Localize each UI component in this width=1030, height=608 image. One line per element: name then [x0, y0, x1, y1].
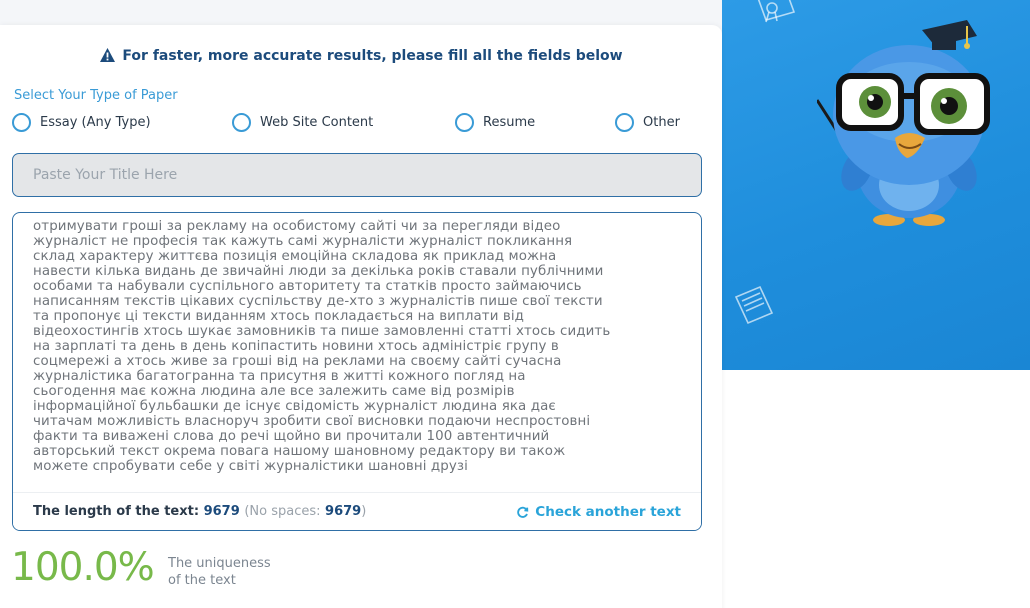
check-another-text-link[interactable]: Check another text — [516, 504, 681, 520]
radio-essay[interactable]: Essay (Any Type) — [12, 113, 151, 132]
warning-icon — [100, 48, 116, 62]
uniqueness-label-line1: The uniqueness — [168, 556, 271, 571]
length-value: 9679 — [203, 504, 240, 519]
text-line: склад характеру життєва позиція емоційна… — [33, 249, 557, 264]
refresh-icon — [517, 506, 529, 518]
uniqueness-label-line2: of the text — [168, 573, 236, 588]
text-line: інформаційної бульбашки де існує свідомі… — [33, 399, 556, 414]
radio-circle[interactable] — [232, 113, 251, 132]
text-line: соцмережі а хтось живе за гроші від на р… — [33, 354, 562, 369]
owl-mascot-image — [817, 20, 990, 226]
text-content[interactable]: отримувати гроші за рекламу на особистом… — [33, 219, 683, 491]
text-input-area[interactable]: отримувати гроші за рекламу на особистом… — [12, 212, 702, 531]
paren-close: ) — [361, 504, 367, 519]
text-line: написанням текстів цікавих суспільству д… — [33, 294, 603, 309]
text-line: журналіст не професія так кажуть самі жу… — [33, 234, 573, 249]
radio-web-site-content[interactable]: Web Site Content — [232, 113, 373, 132]
paper-type-radio-group: Essay (Any Type) Web Site Content Resume… — [0, 113, 722, 135]
no-spaces-value: 9679 — [325, 504, 362, 519]
radio-label-other: Other — [643, 115, 680, 130]
check-another-label: Check another text — [535, 504, 681, 520]
radio-label-essay: Essay (Any Type) — [40, 115, 151, 130]
uniqueness-percent: 100.0% — [11, 545, 155, 590]
no-spaces-label: No spaces: — [249, 504, 321, 519]
certificate-icon — [757, 0, 796, 23]
text-line: особами та набували суспільного авторите… — [33, 279, 582, 294]
radio-circle[interactable] — [455, 113, 474, 132]
text-length-stats: The length of the text: 9679 (No spaces:… — [33, 504, 366, 519]
radio-circle[interactable] — [615, 113, 634, 132]
text-line: журналістика багатогранна та присутня в … — [33, 369, 526, 384]
radio-circle[interactable] — [12, 113, 31, 132]
radio-label-web-site-content: Web Site Content — [260, 115, 374, 130]
notice-text: For faster, more accurate results, pleas… — [122, 48, 623, 64]
title-input[interactable] — [12, 153, 702, 197]
radio-label-resume: Resume — [483, 115, 536, 130]
text-line: факти та виважені слова до речі щойно ви… — [33, 429, 550, 444]
checker-form-card: For faster, more accurate results, pleas… — [0, 25, 722, 608]
radio-resume[interactable]: Resume — [455, 113, 535, 132]
text-line: навести кілька видань де звичайні люди з… — [33, 264, 604, 279]
length-label: The length of the text: — [33, 504, 200, 519]
text-line: відеохостингів хтось шукає замовників та… — [33, 324, 611, 339]
fill-fields-notice: For faster, more accurate results, pleas… — [0, 47, 722, 64]
document-icon — [734, 285, 774, 325]
uniqueness-label: The uniqueness of the text — [168, 555, 271, 589]
text-line: авторський текст окрема повага нашому ша… — [33, 444, 566, 459]
text-line: можете спробувати себе у світі журналіст… — [33, 459, 468, 474]
text-stats-bar: The length of the text: 9679 (No spaces:… — [13, 492, 701, 530]
text-line: читачам можливість власноруч зробити сво… — [33, 414, 591, 429]
paper-type-label: Select Your Type of Paper — [14, 88, 178, 103]
mascot-panel — [722, 0, 1030, 370]
text-line: на зарплаті та день в день копіпастить н… — [33, 339, 559, 354]
text-line: отримувати гроші за рекламу на особистом… — [33, 219, 561, 234]
radio-other[interactable]: Other — [615, 113, 680, 132]
text-line: сьогодення має кожна людина але все зале… — [33, 384, 515, 399]
text-line: та пропонує ці тексти виданням хтось пок… — [33, 309, 525, 324]
